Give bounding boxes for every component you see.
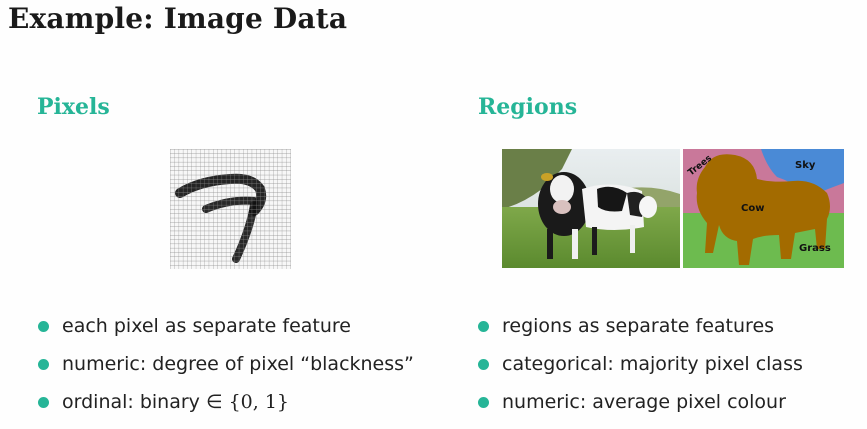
binary-set-math: {0, 1} xyxy=(228,391,289,413)
bullet-dot-icon xyxy=(478,321,489,332)
segment-label-cow: Cow xyxy=(741,203,764,214)
bullet-item: numeric: average pixel colour xyxy=(478,389,803,427)
segment-label-grass: Grass xyxy=(799,243,831,254)
slide-title: Example: Image Data xyxy=(8,2,348,35)
bullet-item: regions as separate features xyxy=(478,313,803,351)
bullet-item: categorical: majority pixel class xyxy=(478,351,803,389)
regions-bullet-list: regions as separate features categorical… xyxy=(478,313,803,427)
bullet-dot-icon xyxy=(38,321,49,332)
bullet-dot-icon xyxy=(478,359,489,370)
pixels-heading: Pixels xyxy=(37,94,110,120)
cows-photo xyxy=(502,149,680,268)
pixels-bullet-list: each pixel as separate feature numeric: … xyxy=(38,313,414,427)
digit-pixel-image xyxy=(170,149,291,269)
bullet-item: numeric: degree of pixel “blackness” xyxy=(38,351,414,389)
segmentation-map: Trees Sky Cow Grass xyxy=(683,149,844,268)
bullet-dot-icon xyxy=(478,397,489,408)
bullet-dot-icon xyxy=(38,397,49,408)
bullet-item: each pixel as separate feature xyxy=(38,313,414,351)
regions-heading: Regions xyxy=(478,94,578,120)
bullet-item: ordinal: binary ∈ {0, 1} xyxy=(38,389,414,427)
segment-label-sky: Sky xyxy=(795,160,816,171)
bullet-dot-icon xyxy=(38,359,49,370)
